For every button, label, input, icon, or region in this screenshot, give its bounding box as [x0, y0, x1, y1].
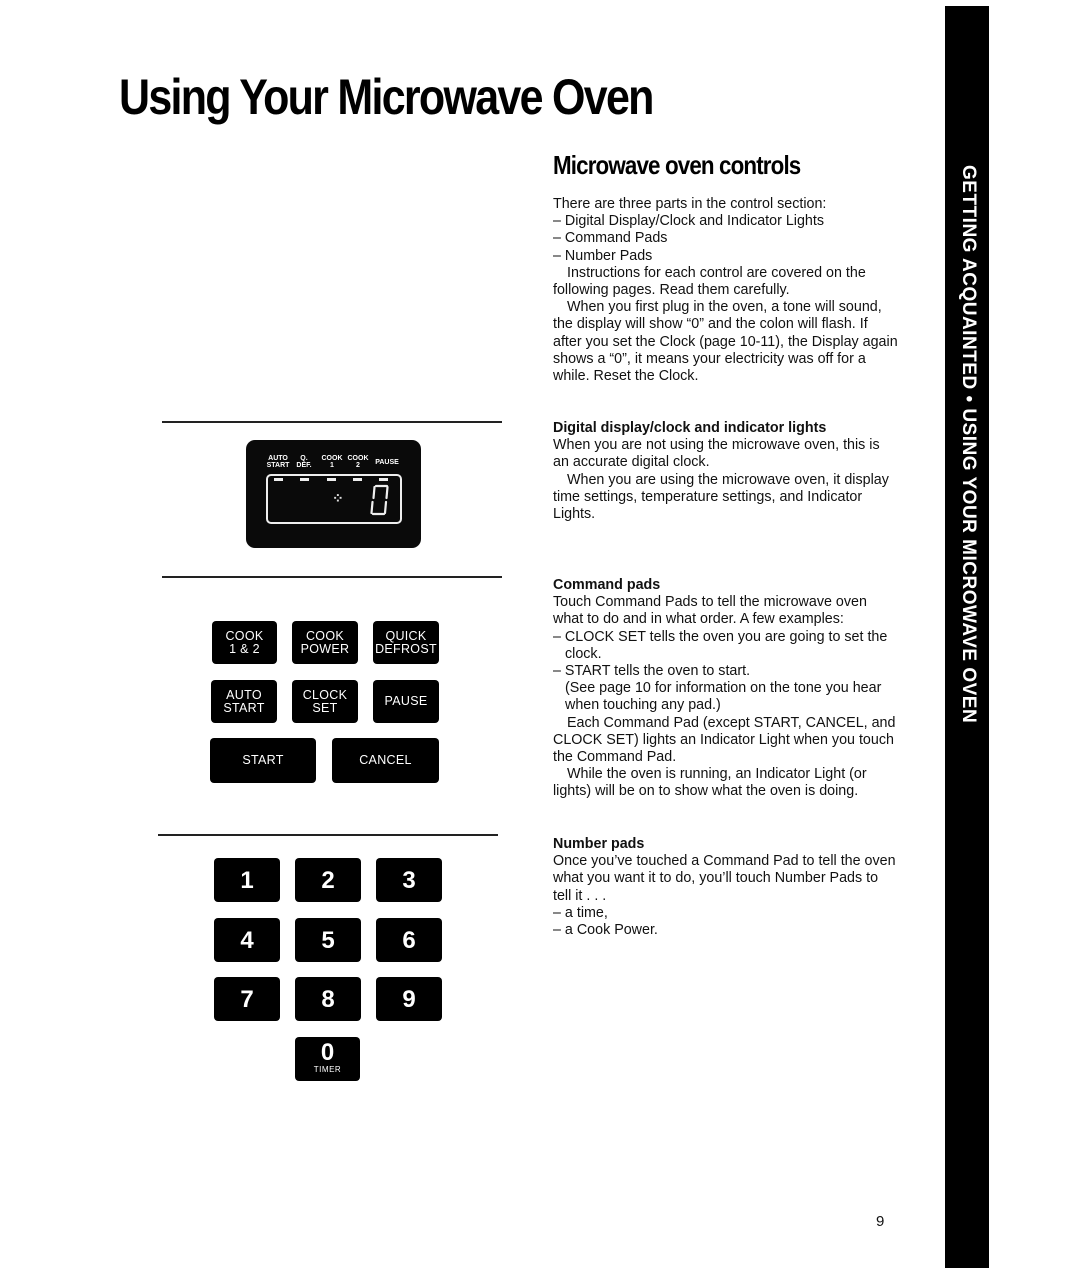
page-number: 9: [876, 1213, 885, 1230]
timer-label: TIMER: [313, 1065, 342, 1074]
indicator-light: [274, 478, 283, 481]
indicator-light: [300, 478, 309, 481]
intro-text: There are three parts in the control sec…: [553, 196, 898, 385]
divider-rule: [162, 576, 502, 578]
number-pad-3[interactable]: 3: [376, 858, 442, 902]
number-pad-0-timer[interactable]: 0 TIMER: [295, 1037, 360, 1081]
command-example: – START tells the oven to start.: [553, 663, 751, 680]
display-paragraph: When you are using the microwave oven, i…: [553, 471, 889, 523]
divider-rule: [162, 421, 502, 423]
command-text: Command pads Touch Command Pads to tell …: [553, 577, 898, 801]
command-paragraph: Each Command Pad (except START, CANCEL, …: [553, 714, 896, 766]
indicator-label-auto-start: AUTO START: [266, 455, 290, 469]
indicator-label-quick-defrost: Q. DEF.: [296, 455, 312, 469]
number-item: – a time,: [553, 904, 608, 921]
number-pad-7[interactable]: 7: [214, 977, 280, 1021]
auto-start-pad[interactable]: AUTO START: [211, 680, 277, 723]
intro-lead: There are three parts in the control sec…: [553, 196, 827, 212]
display-text: Digital display/clock and indicator ligh…: [553, 420, 898, 523]
number-item: – a Cook Power.: [553, 922, 658, 939]
indicator-label-cook-2: COOK 2: [347, 455, 369, 469]
command-note: (See page 10 for information on the tone…: [565, 680, 882, 714]
command-paragraph: Touch Command Pads to tell the microwave…: [553, 594, 867, 628]
side-tab-label-wrapper: GETTING ACQUAINTED • USING YOUR MICROWAV…: [945, 165, 989, 723]
display-paragraph: When you are not using the microwave ove…: [553, 437, 880, 471]
quick-defrost-pad[interactable]: QUICK DEFROST: [373, 621, 439, 664]
readout-digit-zero: [370, 484, 389, 516]
cancel-pad[interactable]: CANCEL: [332, 738, 439, 783]
number-pad-1[interactable]: 1: [214, 858, 280, 902]
indicator-light: [327, 478, 336, 481]
intro-paragraph: Instructions for each control are covere…: [553, 264, 866, 299]
start-pad[interactable]: START: [210, 738, 316, 783]
number-pad-6[interactable]: 6: [376, 918, 442, 962]
divider-rule: [158, 834, 498, 836]
intro-paragraph: When you first plug in the oven, a tone …: [553, 299, 898, 385]
indicator-label-cook-1: COOK 1: [321, 455, 343, 469]
display-subheading: Digital display/clock and indicator ligh…: [553, 420, 827, 436]
cook-power-pad[interactable]: COOK POWER: [292, 621, 358, 664]
number-pad-2[interactable]: 2: [295, 858, 361, 902]
number-pad-9[interactable]: 9: [376, 977, 442, 1021]
indicator-light: [353, 478, 362, 481]
number-subheading: Number pads: [553, 836, 645, 852]
number-paragraph: Once you’ve touched a Command Pad to tel…: [553, 853, 896, 904]
indicator-label-pause: PAUSE: [375, 459, 399, 466]
command-example: – CLOCK SET tells the oven you are going…: [553, 628, 888, 662]
digital-display-panel: AUTO START Q. DEF. COOK 1 COOK 2 PAUSE ⁘: [246, 440, 421, 548]
pause-pad[interactable]: PAUSE: [373, 680, 439, 723]
page-title: Using Your Microwave Oven: [119, 69, 654, 125]
number-pad-4[interactable]: 4: [214, 918, 280, 962]
side-tab-label: GETTING ACQUAINTED • USING YOUR MICROWAV…: [958, 165, 979, 724]
flashing-colon-icon: ⁘: [332, 490, 344, 506]
intro-part: – Digital Display/Clock and Indicator Li…: [553, 213, 824, 230]
command-paragraph: While the oven is running, an Indicator …: [553, 766, 867, 800]
command-subheading: Command pads: [553, 577, 661, 593]
cook-1-2-pad[interactable]: COOK 1 & 2: [212, 621, 277, 664]
intro-part: – Command Pads: [553, 230, 668, 247]
section-heading: Microwave oven controls: [553, 150, 801, 180]
number-pad-5[interactable]: 5: [295, 918, 361, 962]
number-text: Number pads Once you’ve touched a Comman…: [553, 836, 898, 939]
clock-set-pad[interactable]: CLOCK SET: [292, 680, 358, 723]
intro-part: – Number Pads: [553, 247, 653, 264]
indicator-light: [379, 478, 388, 481]
number-pad-8[interactable]: 8: [295, 977, 361, 1021]
